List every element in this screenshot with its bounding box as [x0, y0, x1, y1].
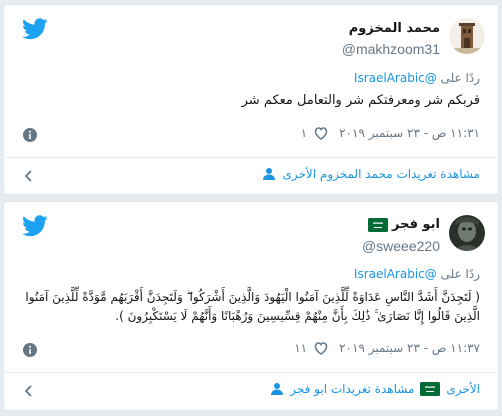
heart-icon: [313, 340, 329, 356]
like-count: ١١: [294, 341, 308, 355]
info-icon[interactable]: [22, 127, 38, 143]
display-name[interactable]: ابو فجر: [368, 217, 440, 232]
like-button[interactable]: ١: [301, 125, 329, 141]
reply-context: ردًا على @IsraelArabic: [22, 267, 480, 281]
tweet-text-line: ( لَتَجِدَنَّ أَشَدَّ النَّاسِ عَدَاوَةً…: [25, 290, 480, 304]
tweet-meta: ١ ١١:٣١ ص - ٢٣ سبتمبر ٢٠١٩: [22, 125, 480, 145]
user-handle[interactable]: @sweee220: [362, 238, 440, 254]
display-name[interactable]: محمد المخزوم: [349, 21, 440, 36]
more-link-text: مشاهدة تغريدات محمد المخزوم الأخرى: [282, 167, 480, 181]
person-icon: [262, 167, 276, 181]
tweet-text: ( لَتَجِدَنَّ أَشَدَّ النَّاسِ عَدَاوَةً…: [18, 288, 480, 326]
tweet-meta: ١١ ١١:٣٧ ص - ٢٣ سبتمبر ٢٠١٩: [22, 340, 480, 360]
user-handle[interactable]: @makhzoom31: [342, 41, 440, 57]
display-name-text: محمد المخزوم: [348, 21, 440, 36]
more-link-text-prefix: مشاهدة تغريدات ابو فجر: [290, 382, 415, 396]
reply-mention-link[interactable]: @IsraelArabic: [354, 71, 437, 85]
like-button[interactable]: ١١: [294, 340, 329, 356]
timestamp-link[interactable]: ١١:٣٧ ص - ٢٣ سبتمبر ٢٠١٩: [339, 341, 480, 355]
tweet-text-line: الَّذِينَ قَالُوا إِنَّا نَصَارَىٰ ۚ ذَٰ…: [115, 309, 480, 323]
more-link-text-suffix: الأخرى: [446, 382, 480, 396]
reply-prefix: ردًا على: [440, 267, 480, 281]
info-icon[interactable]: [22, 342, 38, 358]
timestamp-link[interactable]: ١١:٣١ ص - ٢٣ سبتمبر ٢٠١٩: [339, 126, 480, 140]
avatar[interactable]: [449, 18, 485, 54]
display-name-text: ابو فجر: [392, 217, 440, 232]
chevron-left-icon: [22, 384, 36, 398]
avatar[interactable]: [449, 215, 485, 251]
like-count: ١: [300, 126, 308, 140]
tweet-card[interactable]: محمد المخزوم @makhzoom31 ردًا على @Israe…: [3, 4, 499, 195]
tweet-text: قربكم شر ومعرفتكم شر والتعامل معكم شر: [241, 93, 480, 108]
reply-context: ردًا على @IsraelArabic: [22, 71, 480, 85]
chevron-left-icon: [22, 169, 36, 183]
tweet-card[interactable]: ابو فجر @sweee220 ردًا على @IsraelArabic…: [3, 201, 499, 411]
person-icon: [270, 382, 284, 396]
twitter-bird-icon[interactable]: [22, 18, 48, 40]
reply-prefix: ردًا على: [440, 71, 480, 85]
reply-mention-link[interactable]: @IsraelArabic: [354, 267, 437, 281]
saudi-flag-icon: [420, 382, 441, 396]
more-tweets-link[interactable]: مشاهدة تغريدات محمد المخزوم الأخرى: [4, 158, 498, 194]
heart-icon: [313, 125, 329, 141]
more-tweets-link[interactable]: مشاهدة تغريدات ابو فجر الأخرى: [4, 373, 498, 409]
saudi-flag-icon: [368, 217, 389, 232]
twitter-bird-icon[interactable]: [22, 215, 48, 237]
